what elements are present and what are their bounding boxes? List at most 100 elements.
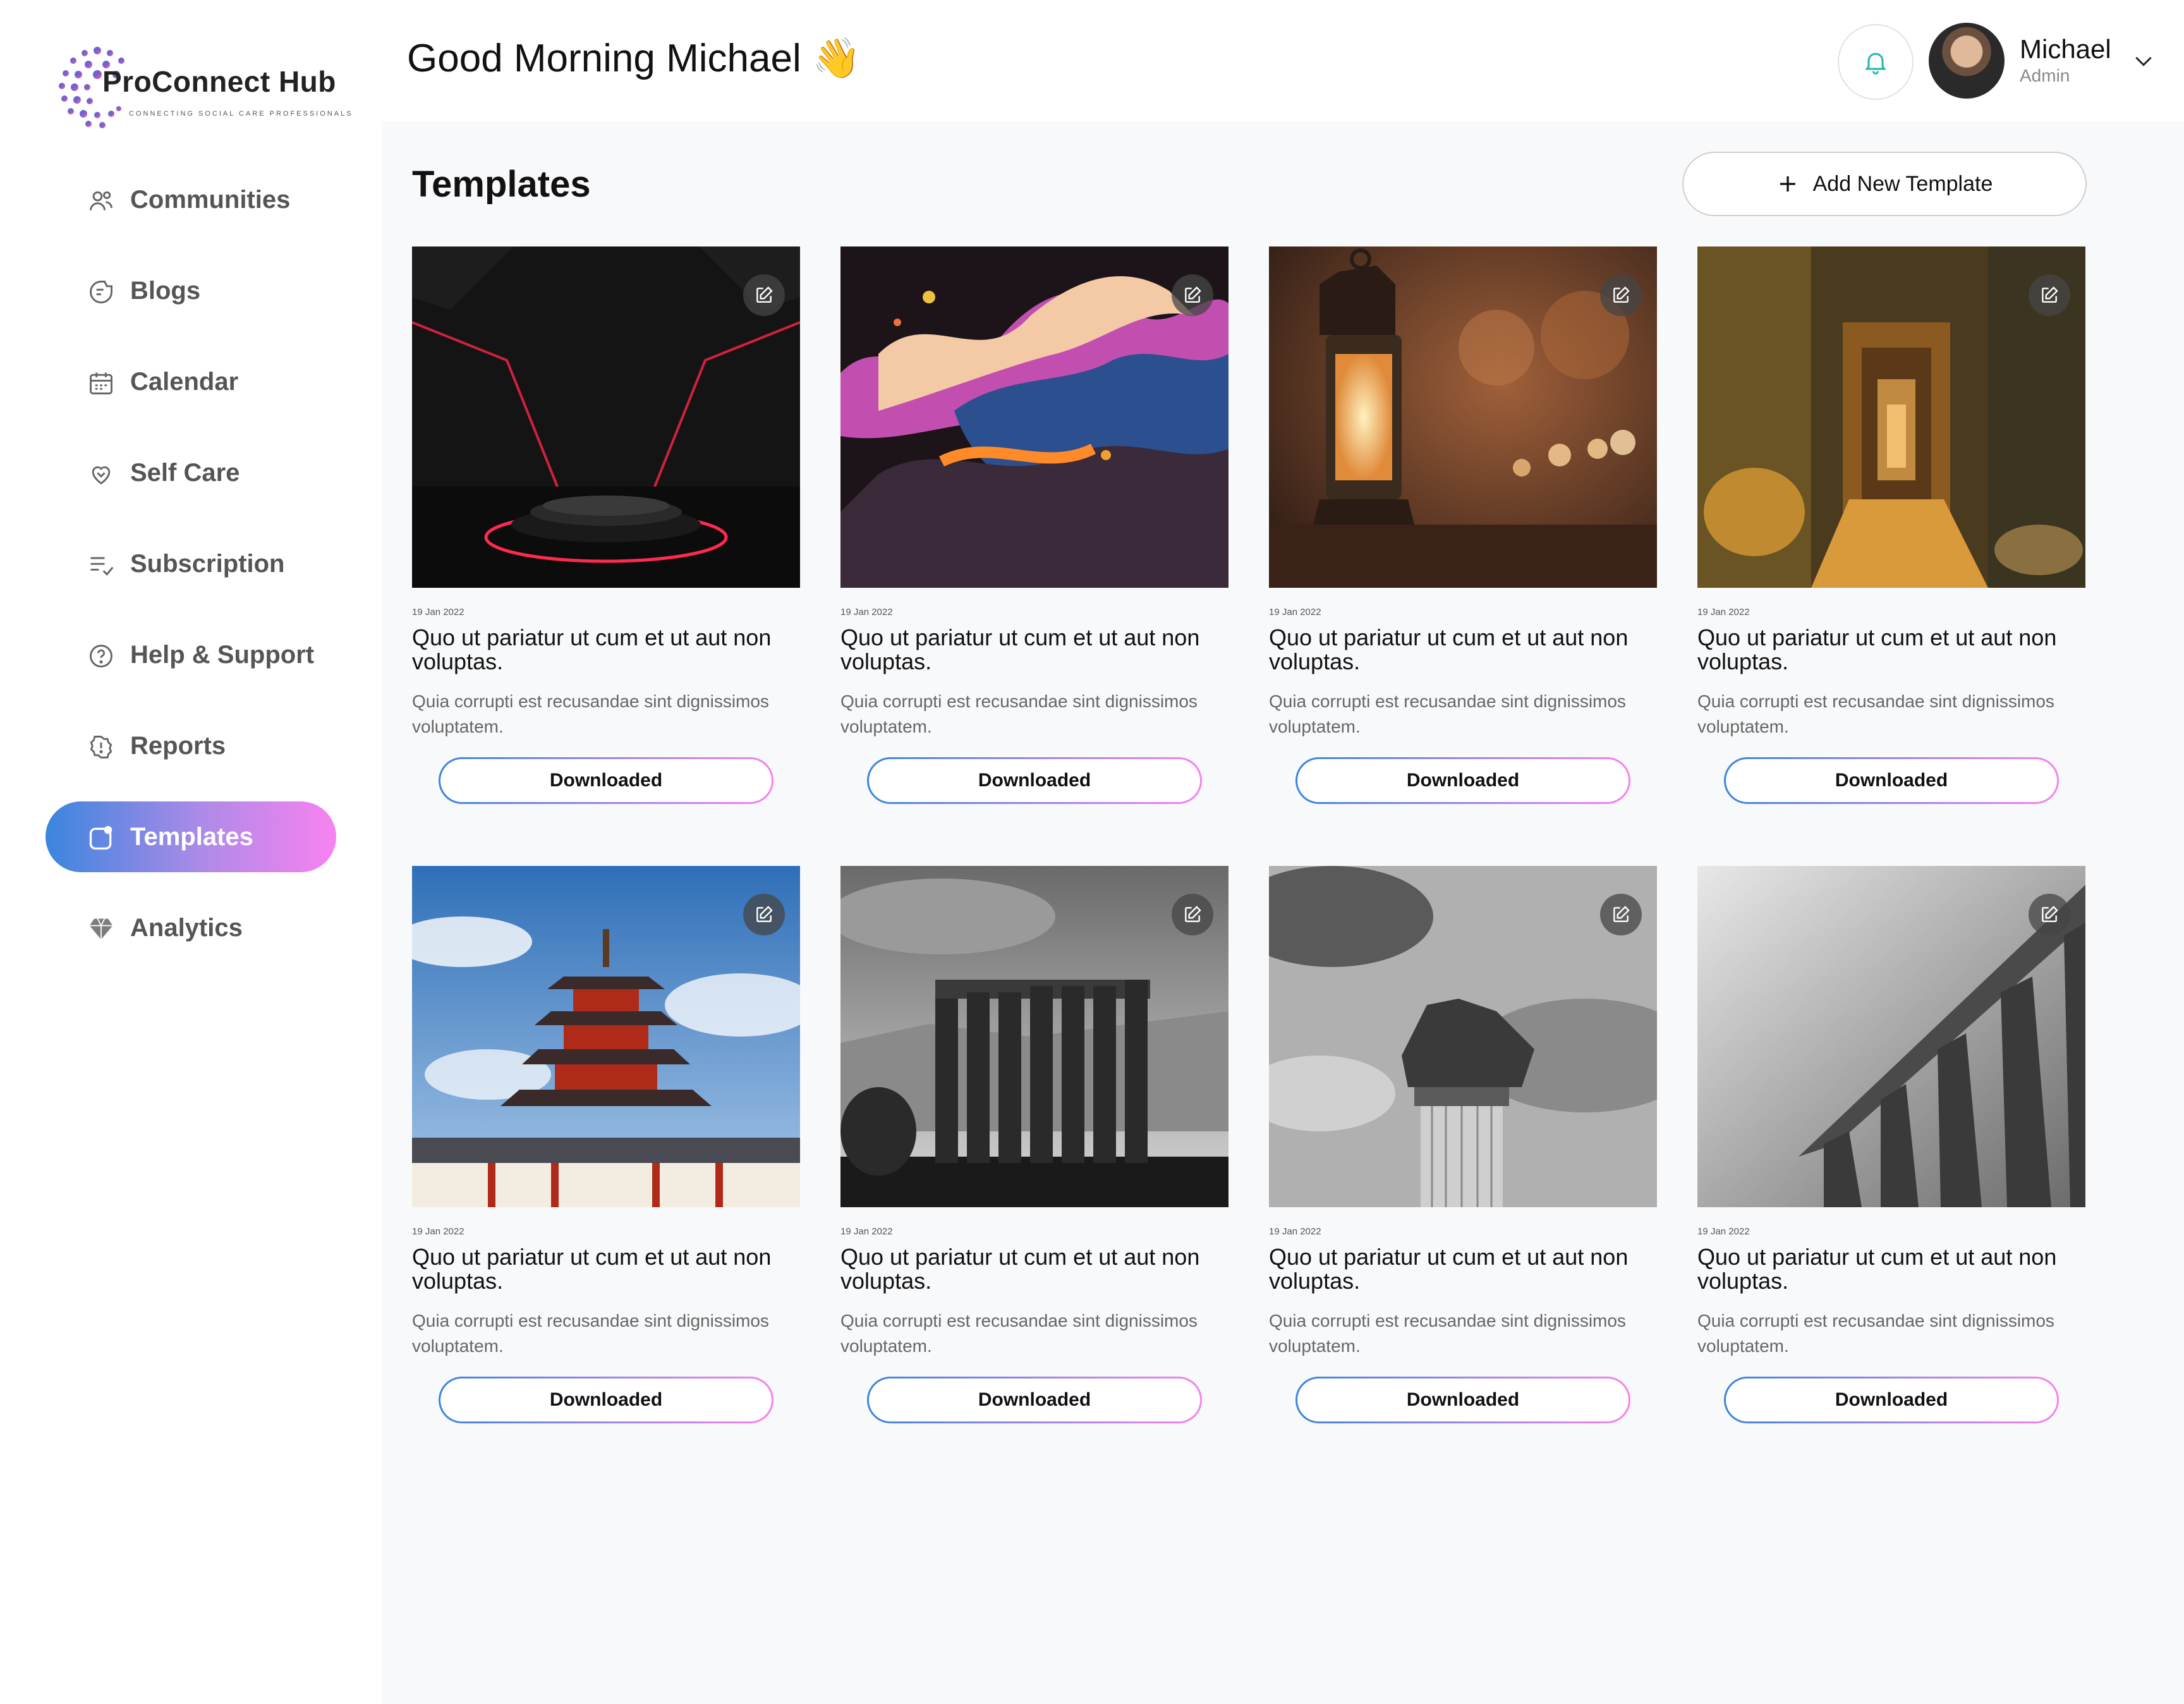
- card-description: Quia corrupti est recusandae sint dignis…: [1697, 1311, 2054, 1356]
- template-thumbnail[interactable]: [1697, 866, 2085, 1207]
- downloaded-button[interactable]: Downloaded: [439, 757, 774, 804]
- blog-icon: [90, 281, 112, 303]
- card-date: 19 Jan 2022: [1697, 607, 1750, 618]
- template-card[interactable]: 19 Jan 2022 Quo ut pariatur ut cum et ut…: [840, 866, 1228, 1421]
- template-card[interactable]: 19 Jan 2022 Quo ut pariatur ut cum et ut…: [1269, 866, 1657, 1421]
- template-card[interactable]: 19 Jan 2022 Quo ut pariatur ut cum et ut…: [1697, 246, 2085, 802]
- edit-button[interactable]: [743, 274, 785, 316]
- template-card[interactable]: 19 Jan 2022 Quo ut pariatur ut cum et ut…: [412, 246, 800, 802]
- greeting-text: Good Morning Michael: [407, 37, 801, 80]
- downloaded-button[interactable]: Downloaded: [1295, 757, 1630, 804]
- list-check-icon: [90, 557, 114, 576]
- pagoda-image: [412, 866, 800, 1207]
- downloaded-button[interactable]: Downloaded: [1295, 1377, 1630, 1423]
- notifications-button[interactable]: [1838, 24, 1914, 100]
- main-content: Templates Add New Template 19 Jan 2022 Q…: [382, 121, 2184, 1704]
- user-name[interactable]: Michael: [2020, 34, 2111, 64]
- sidebar-item-communities[interactable]: Communities: [46, 164, 336, 235]
- sidebar-item-label: Subscription: [130, 549, 285, 578]
- help-icon: [90, 645, 112, 667]
- template-card[interactable]: 19 Jan 2022 Quo ut pariatur ut cum et ut…: [412, 866, 800, 1421]
- sidebar-item-help-support[interactable]: Help & Support: [46, 619, 336, 690]
- card-description: Quia corrupti est recusandae sint dignis…: [840, 691, 1198, 736]
- downloaded-button[interactable]: Downloaded: [1724, 757, 2059, 804]
- card-title: Quo ut pariatur ut cum et ut aut non vol…: [1269, 624, 1629, 674]
- avatar[interactable]: [1929, 23, 2005, 99]
- sidebar-item-subscription[interactable]: Subscription: [46, 528, 336, 599]
- downloaded-button[interactable]: Downloaded: [439, 1377, 774, 1423]
- chevron-down-icon[interactable]: [2131, 48, 2156, 73]
- sidebar-item-label: Communities: [130, 185, 291, 214]
- edit-button[interactable]: [743, 894, 785, 935]
- template-thumbnail[interactable]: [1697, 246, 2085, 588]
- edit-button[interactable]: [1600, 894, 1642, 935]
- template-card[interactable]: 19 Jan 2022 Quo ut pariatur ut cum et ut…: [840, 246, 1228, 802]
- template-thumbnail[interactable]: [840, 866, 1228, 1207]
- users-icon: [90, 191, 112, 210]
- column-capital-image: [1269, 866, 1657, 1207]
- card-description: Quia corrupti est recusandae sint dignis…: [840, 1311, 1198, 1356]
- wave-emoji: 👋: [812, 37, 861, 80]
- add-new-template-label: Add New Template: [1812, 171, 1993, 196]
- downloaded-button[interactable]: Downloaded: [867, 1377, 1202, 1423]
- card-date: 19 Jan 2022: [1269, 1226, 1321, 1237]
- card-description: Quia corrupti est recusandae sint dignis…: [412, 691, 769, 736]
- stage-podium-image: [412, 246, 800, 588]
- edit-icon: [2042, 906, 2058, 922]
- edit-icon: [1613, 286, 1630, 303]
- edit-button[interactable]: [1600, 274, 1642, 316]
- sidebar-item-label: Reports: [130, 731, 226, 760]
- card-title: Quo ut pariatur ut cum et ut aut non vol…: [412, 624, 772, 674]
- card-date: 19 Jan 2022: [840, 607, 893, 618]
- downloaded-button[interactable]: Downloaded: [867, 757, 1202, 804]
- card-description: Quia corrupti est recusandae sint dignis…: [1269, 691, 1626, 736]
- card-date: 19 Jan 2022: [840, 1226, 893, 1237]
- brand-logo[interactable]: ProConnect Hub CONNECTING SOCIAL CARE PR…: [53, 39, 351, 131]
- template-card[interactable]: 19 Jan 2022 Quo ut pariatur ut cum et ut…: [1697, 866, 2085, 1421]
- paint-splash-image: [840, 246, 1228, 588]
- template-card[interactable]: 19 Jan 2022 Quo ut pariatur ut cum et ut…: [1269, 246, 1657, 802]
- edit-icon: [756, 286, 773, 303]
- sidebar-item-label: Calendar: [130, 367, 239, 396]
- add-new-template-button[interactable]: Add New Template: [1682, 152, 2087, 216]
- edit-icon: [1185, 286, 1201, 303]
- edit-button[interactable]: [1172, 274, 1213, 316]
- sidebar-item-blogs[interactable]: Blogs: [46, 255, 336, 326]
- brand-tagline: CONNECTING SOCIAL CARE PROFESSIONALS: [129, 110, 353, 118]
- template-thumbnail[interactable]: [1269, 246, 1657, 588]
- card-title: Quo ut pariatur ut cum et ut aut non vol…: [1269, 1244, 1629, 1294]
- card-title: Quo ut pariatur ut cum et ut aut non vol…: [412, 1244, 772, 1294]
- top-bar: Good Morning Michael 👋 Michael Admin: [382, 0, 2184, 121]
- sidebar-item-self-care[interactable]: Self Care: [46, 437, 336, 508]
- template-thumbnail[interactable]: [412, 866, 800, 1207]
- edit-button[interactable]: [2029, 894, 2070, 935]
- edit-icon: [2042, 286, 2058, 303]
- card-description: Quia corrupti est recusandae sint dignis…: [1697, 691, 2054, 736]
- edit-icon: [1185, 906, 1201, 922]
- sidebar-item-templates[interactable]: Templates: [46, 801, 336, 872]
- alert-icon: [90, 736, 112, 758]
- card-title: Quo ut pariatur ut cum et ut aut non vol…: [1697, 1244, 2057, 1294]
- card-date: 19 Jan 2022: [1269, 607, 1321, 618]
- user-role: Admin: [2020, 66, 2070, 85]
- temple-corridor-image: [1697, 246, 2085, 588]
- columns-perspective-image: [1697, 866, 2085, 1207]
- card-date: 19 Jan 2022: [412, 1226, 464, 1237]
- template-thumbnail[interactable]: [412, 246, 800, 588]
- plus-icon: [1780, 176, 1795, 192]
- sidebar-item-calendar[interactable]: Calendar: [46, 346, 336, 417]
- card-description: Quia corrupti est recusandae sint dignis…: [1269, 1311, 1626, 1356]
- edit-button[interactable]: [2029, 274, 2070, 316]
- card-title: Quo ut pariatur ut cum et ut aut non vol…: [840, 624, 1200, 674]
- lantern-image: [1269, 246, 1657, 588]
- template-thumbnail[interactable]: [840, 246, 1228, 588]
- sidebar-item-analytics[interactable]: Analytics: [46, 892, 336, 963]
- card-date: 19 Jan 2022: [412, 607, 464, 618]
- edit-icon: [1613, 906, 1630, 922]
- sidebar-item-reports[interactable]: Reports: [46, 710, 336, 781]
- heart-icon: [92, 466, 111, 485]
- edit-button[interactable]: [1172, 894, 1213, 935]
- template-thumbnail[interactable]: [1269, 866, 1657, 1207]
- brand-name: ProConnect Hub: [102, 65, 336, 98]
- downloaded-button[interactable]: Downloaded: [1724, 1377, 2059, 1423]
